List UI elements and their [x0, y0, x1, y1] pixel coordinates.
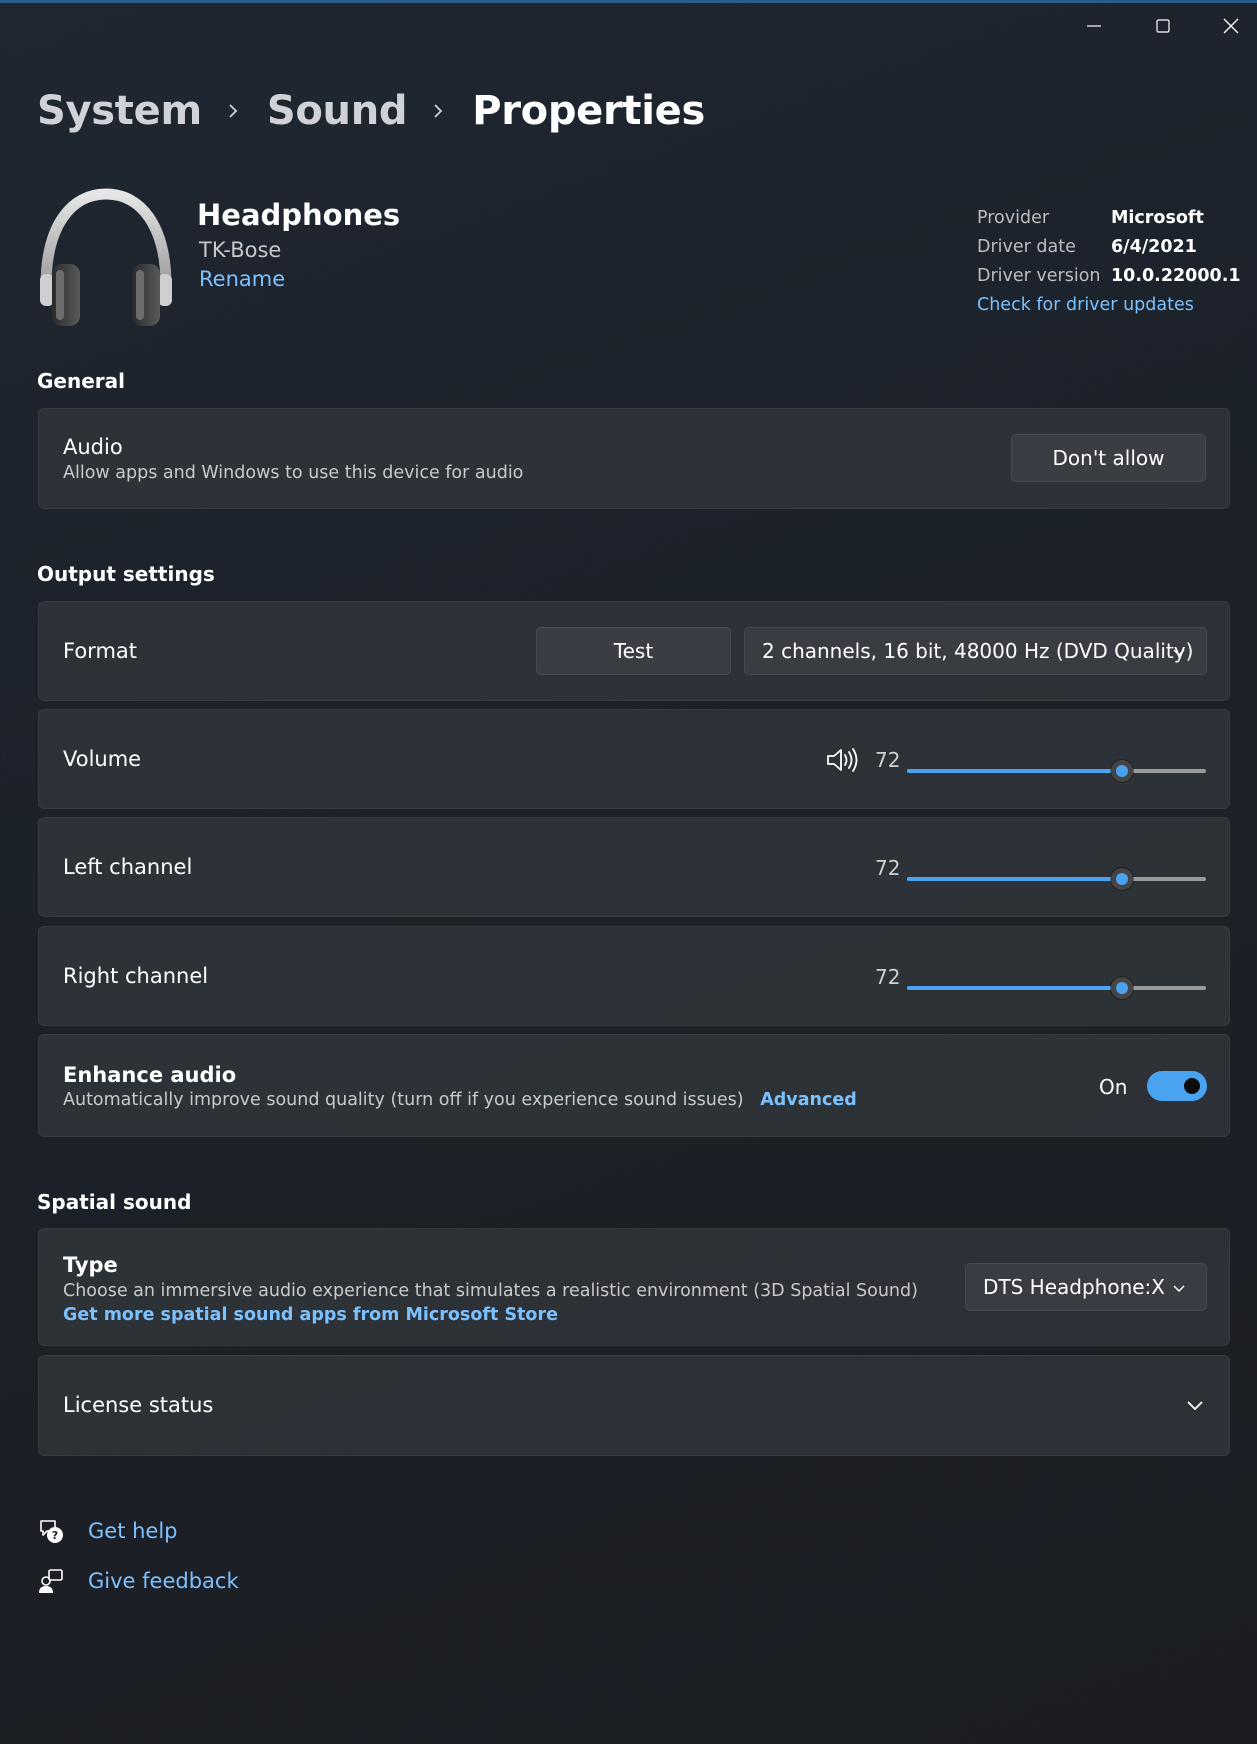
- right-channel-card: Right channel 72: [38, 926, 1230, 1026]
- audio-description: Allow apps and Windows to use this devic…: [63, 463, 524, 483]
- enhance-audio-title: Enhance audio: [63, 1063, 237, 1087]
- license-status-title: License status: [63, 1393, 214, 1417]
- breadcrumb-system[interactable]: System: [37, 88, 202, 134]
- enhance-audio-card: Enhance audio Automatically improve soun…: [38, 1034, 1230, 1137]
- slider-fill: [907, 877, 1123, 881]
- check-driver-updates-link[interactable]: Check for driver updates: [977, 290, 1241, 319]
- get-help-link[interactable]: Get help: [88, 1519, 178, 1543]
- format-card: Format Test 2 channels, 16 bit, 48000 Hz…: [38, 601, 1230, 701]
- spatial-section-title: Spatial sound: [37, 1190, 192, 1214]
- chevron-right-icon: [226, 102, 240, 120]
- driver-date-value: 6/4/2021: [1111, 236, 1197, 257]
- minimize-icon: [1087, 25, 1101, 27]
- left-channel-value: 72: [875, 856, 901, 880]
- chevron-down-icon: [1172, 1275, 1186, 1299]
- help-chat-icon: ?: [36, 1516, 66, 1546]
- left-channel-card: Left channel 72: [38, 817, 1230, 917]
- right-channel-title: Right channel: [63, 964, 209, 988]
- store-link-row: Get more spatial sound apps from Microso…: [63, 1305, 558, 1325]
- headphones-icon: [36, 186, 176, 328]
- spatial-type-card: Type Choose an immersive audio experienc…: [38, 1228, 1230, 1346]
- toggle-knob: [1184, 1078, 1200, 1094]
- close-button[interactable]: [1201, 6, 1257, 46]
- audio-title: Audio: [63, 435, 123, 459]
- right-channel-value: 72: [875, 965, 901, 989]
- maximize-icon: [1156, 19, 1170, 33]
- svg-text:?: ?: [52, 1529, 58, 1542]
- driver-date-row: Driver date 6/4/2021: [977, 232, 1241, 261]
- advanced-link[interactable]: Advanced: [760, 1090, 857, 1110]
- dont-allow-button[interactable]: Don't allow: [1011, 434, 1206, 482]
- general-section-title: General: [37, 369, 125, 393]
- slider-thumb[interactable]: [1111, 977, 1134, 999]
- breadcrumb: System Sound Properties: [37, 88, 705, 134]
- volume-slider[interactable]: [907, 760, 1206, 782]
- output-section-title: Output settings: [37, 562, 215, 586]
- right-channel-slider[interactable]: [907, 977, 1206, 999]
- maximize-button[interactable]: [1133, 6, 1193, 46]
- left-channel-slider[interactable]: [907, 868, 1206, 890]
- audio-card: Audio Allow apps and Windows to use this…: [38, 408, 1230, 509]
- give-feedback-item[interactable]: Give feedback: [36, 1566, 239, 1596]
- driver-info: Provider Microsoft Driver date 6/4/2021 …: [977, 203, 1241, 319]
- left-channel-title: Left channel: [63, 855, 193, 879]
- format-dropdown[interactable]: 2 channels, 16 bit, 48000 Hz (DVD Qualit…: [744, 627, 1207, 675]
- speaker-icon[interactable]: [825, 746, 859, 778]
- provider-label: Provider: [977, 207, 1050, 228]
- enhance-audio-description: Automatically improve sound quality (tur…: [63, 1090, 744, 1110]
- driver-version-row: Driver version 10.0.22000.1: [977, 261, 1241, 290]
- format-selected: 2 channels, 16 bit, 48000 Hz (DVD Qualit…: [762, 639, 1194, 663]
- slider-fill: [907, 986, 1123, 990]
- chevron-down-icon[interactable]: [1186, 1398, 1204, 1417]
- spatial-type-selected: DTS Headphone:X: [983, 1275, 1165, 1299]
- chevron-right-icon: [431, 102, 445, 120]
- breadcrumb-sound[interactable]: Sound: [267, 88, 408, 134]
- device-name: Headphones: [197, 198, 401, 232]
- window-top-border: [0, 0, 1257, 3]
- slider-thumb[interactable]: [1111, 760, 1134, 782]
- page-title: Properties: [472, 88, 706, 134]
- provider-value: Microsoft: [1111, 207, 1204, 228]
- feedback-icon: [36, 1566, 66, 1596]
- volume-title: Volume: [63, 747, 142, 771]
- rename-link[interactable]: Rename: [199, 267, 285, 291]
- slider-thumb[interactable]: [1111, 868, 1134, 890]
- driver-date-label: Driver date: [977, 236, 1076, 257]
- enhance-audio-description-row: Automatically improve sound quality (tur…: [63, 1090, 857, 1110]
- volume-card: Volume 72: [38, 709, 1230, 809]
- give-feedback-link[interactable]: Give feedback: [88, 1569, 239, 1593]
- slider-fill: [907, 769, 1123, 773]
- spatial-store-link[interactable]: Get more spatial sound apps from Microso…: [63, 1305, 558, 1325]
- spatial-type-dropdown[interactable]: DTS Headphone:X: [965, 1263, 1207, 1311]
- driver-provider-row: Provider Microsoft: [977, 203, 1241, 232]
- get-help-item[interactable]: ? Get help: [36, 1516, 178, 1546]
- enhance-toggle-label: On: [1099, 1075, 1128, 1099]
- close-icon: [1223, 18, 1239, 34]
- test-button[interactable]: Test: [536, 627, 731, 675]
- minimize-button[interactable]: [1064, 6, 1124, 46]
- enhance-audio-toggle[interactable]: [1147, 1071, 1207, 1101]
- driver-version-label: Driver version: [977, 265, 1101, 286]
- format-title: Format: [63, 639, 138, 663]
- spatial-type-title: Type: [63, 1253, 118, 1277]
- device-subtitle: TK-Bose: [199, 238, 282, 262]
- chevron-down-icon: [1172, 639, 1186, 663]
- driver-version-value: 10.0.22000.1: [1111, 265, 1241, 286]
- volume-value: 72: [875, 748, 901, 772]
- license-status-card[interactable]: License status: [38, 1355, 1230, 1456]
- spatial-type-description: Choose an immersive audio experience tha…: [63, 1281, 918, 1301]
